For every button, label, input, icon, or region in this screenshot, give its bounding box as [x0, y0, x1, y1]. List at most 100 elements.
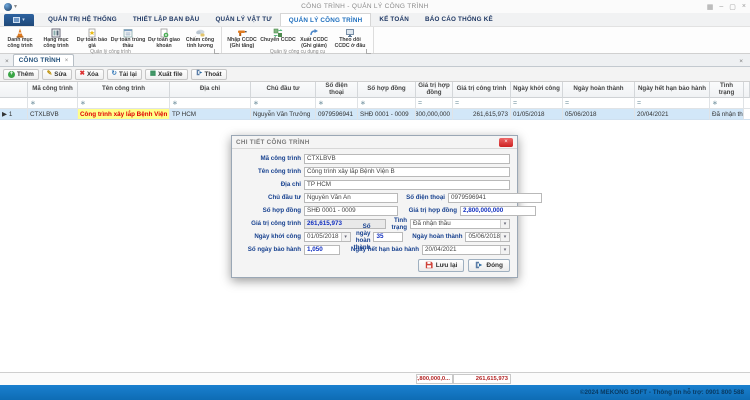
col-tinh-trang[interactable]: Tình trạng — [710, 82, 744, 98]
filter-cell[interactable]: ∗ — [78, 98, 170, 109]
cell-ten-cong-trinh[interactable]: Công trình xây lắp Bệnh Viện B — [78, 109, 170, 120]
ngay-khoi-cong-label: Ngày khởi công — [239, 233, 301, 240]
table-row[interactable]: ▶1 CTXLBVB Công trình xây lắp Bệnh Viện … — [0, 109, 750, 120]
so-ngay-bao-hanh-field[interactable] — [304, 245, 340, 255]
tab-ke-toan[interactable]: KẾ TOÁN — [371, 13, 417, 26]
cell-chu-dau-tu[interactable]: Nguyễn Văn Trưởng — [251, 109, 316, 120]
filter-cell[interactable]: = — [511, 98, 563, 109]
dialog-close-icon[interactable]: × — [499, 138, 513, 147]
cell-ma-cong-trinh[interactable]: CTXLBVB — [28, 109, 78, 120]
xuat-ccdc-button[interactable]: Xuất CCDC (Ghi giảm) — [296, 28, 332, 49]
title-bar: ▾ CÔNG TRÌNH - QUẢN LÝ CÔNG TRÌNH ▦ – ▢ … — [0, 0, 750, 13]
app-logo-icon[interactable] — [4, 3, 12, 11]
edit-button[interactable]: ✎Sửa — [42, 69, 72, 80]
close-tab-right-icon[interactable]: × — [737, 58, 747, 66]
col-chu-dau-tu[interactable]: Chủ đầu tư — [251, 82, 316, 98]
chu-dau-tu-field[interactable] — [304, 193, 398, 203]
tab-quan-ly-cong-trinh[interactable]: QUẢN LÝ CÔNG TRÌNH — [280, 13, 372, 26]
cell-so-dien-thoai[interactable]: 0979596941 — [316, 109, 358, 120]
grid-gutter — [744, 82, 750, 98]
ten-cong-trinh-field[interactable] — [304, 167, 510, 177]
export-file-button[interactable]: ▦Xuất file — [145, 69, 188, 80]
ma-cong-trinh-field[interactable] — [304, 154, 510, 164]
close-dialog-button[interactable]: Đóng — [468, 259, 510, 272]
app-menu-button[interactable]: ▾ — [4, 14, 34, 26]
tab-quan-ly-vat-tu[interactable]: QUẢN LÝ VẬT TƯ — [207, 13, 279, 26]
add-button[interactable]: +Thêm — [3, 69, 39, 80]
tinh-trang-label: Tình trạng — [389, 217, 407, 231]
filter-cell[interactable]: = — [416, 98, 453, 109]
col-gia-tri-hop-dong[interactable]: Giá trị hợp đồng — [416, 82, 453, 98]
gia-tri-hop-dong-label: Giá trị hợp đồng — [401, 207, 457, 214]
tinh-trang-select[interactable]: Đã nhận thầu ▾ — [410, 219, 510, 229]
cell-ngay-hoan-thanh[interactable]: 05/06/2018 — [563, 109, 635, 120]
filter-cell[interactable]: = — [635, 98, 710, 109]
chevron-down-icon[interactable]: ▾ — [500, 246, 509, 254]
filter-cell[interactable]: = — [453, 98, 511, 109]
style-icon[interactable]: ▦ — [707, 3, 714, 11]
cell-ngay-khoi-cong[interactable]: 01/05/2018 — [511, 109, 563, 120]
filter-cell[interactable]: ∗ — [358, 98, 416, 109]
cell-ngay-het-han-bao-hanh[interactable]: 20/04/2021 — [635, 109, 710, 120]
du-toan-trung-thau-button[interactable]: Dự toán trúng thầu — [110, 28, 146, 49]
reload-button[interactable]: ↻Tải lại — [107, 69, 142, 80]
col-ngay-het-han-bao-hanh[interactable]: Ngày hết hạn bảo hành — [635, 82, 710, 98]
so-hop-dong-field[interactable] — [304, 206, 398, 216]
filter-cell[interactable]: ∗ — [251, 98, 316, 109]
du-toan-giao-khoan-button[interactable]: Dự toán giao khoán — [146, 28, 182, 49]
filter-cell[interactable]: = — [563, 98, 635, 109]
save-button[interactable]: Lưu lại — [418, 259, 465, 272]
chevron-down-icon[interactable]: ▾ — [341, 233, 350, 241]
filter-cell[interactable]: ∗ — [28, 98, 78, 109]
tab-thiet-lap-ban-dau[interactable]: THIẾT LẬP BAN ĐẦU — [125, 13, 208, 26]
tab-bao-cao-thong-ke[interactable]: BÁO CÁO THỐNG KÊ — [417, 13, 501, 26]
col-dia-chi[interactable]: Địa chỉ — [170, 82, 251, 98]
nhap-ccdc-button[interactable]: Nhập CCDC (Ghi tăng) — [224, 28, 260, 49]
delete-button[interactable]: ✖Xóa — [75, 69, 104, 80]
gia-tri-cong-trinh-field[interactable] — [304, 219, 386, 229]
col-ngay-khoi-cong[interactable]: Ngày khởi công — [511, 82, 563, 98]
col-so-dien-thoai[interactable]: Số điện thoại — [316, 82, 358, 98]
danh-muc-cong-trinh-button[interactable]: Danh mục công trình — [2, 28, 38, 49]
col-ten-cong-trinh[interactable]: Tên công trình — [78, 82, 170, 98]
cell-gia-tri-hop-dong[interactable]: 2,800,000,000 — [416, 109, 453, 120]
cell-so-hop-dong[interactable]: SHĐ 0001 - 0009 — [358, 109, 416, 120]
maximize-icon[interactable]: ▢ — [729, 3, 736, 11]
col-so-hop-dong[interactable]: Số hợp đồng — [358, 82, 416, 98]
cell-tinh-trang[interactable]: Đã nhận thầu — [710, 109, 744, 120]
hang-muc-cong-trinh-button[interactable]: Hạng mục công trình — [38, 28, 74, 49]
dia-chi-field[interactable] — [304, 180, 510, 190]
doc-tab-cong-trinh[interactable]: CÔNG TRÌNH × — [13, 54, 74, 66]
ngay-khoi-cong-picker[interactable]: 01/05/2018 ▾ — [304, 232, 351, 242]
minimize-icon[interactable]: – — [719, 3, 723, 11]
cell-gia-tri-cong-trinh[interactable]: 261,615,973 — [453, 109, 511, 120]
quick-access-caret-icon[interactable]: ▾ — [14, 3, 17, 10]
tab-quan-tri-he-thong[interactable]: QUẢN TRỊ HỆ THỐNG — [40, 13, 125, 26]
ngay-hoan-thanh-picker[interactable]: 05/06/2018 ▾ — [465, 232, 510, 242]
dialog-title-bar[interactable]: CHI TIẾT CÔNG TRÌNH × — [232, 136, 517, 149]
chevron-down-icon[interactable]: ▾ — [500, 233, 509, 241]
cell-dia-chi[interactable]: TP HCM — [170, 109, 251, 120]
gia-tri-hop-dong-field[interactable] — [460, 206, 536, 216]
filter-cell[interactable]: ∗ — [710, 98, 744, 109]
filter-cell[interactable]: ∗ — [316, 98, 358, 109]
col-gia-tri-cong-trinh[interactable]: Giá trị công trình — [453, 82, 511, 98]
exit-button[interactable]: Thoát — [191, 69, 227, 80]
so-ngay-hoan-thanh-field[interactable] — [373, 232, 403, 242]
filter-cell[interactable]: ∗ — [170, 98, 251, 109]
group-dialog-launcher-icon[interactable] — [214, 49, 219, 54]
col-ma-cong-trinh[interactable]: Mã công trình — [28, 82, 78, 98]
ngay-het-han-bao-hanh-picker[interactable]: 20/04/2021 ▾ — [422, 245, 510, 255]
du-toan-bao-gia-button[interactable]: Dự toán báo giá — [74, 28, 110, 49]
chuyen-ccdc-button[interactable]: Chuyển CCDC — [260, 28, 296, 44]
group-dialog-launcher-icon[interactable] — [366, 49, 371, 54]
close-tab-icon[interactable]: × — [65, 58, 69, 64]
close-tab-left-icon[interactable]: × — [3, 58, 13, 66]
summary-gia-tri-cong-trinh: 261,615,973 — [453, 374, 511, 384]
cham-cong-tinh-luong-button[interactable]: Chấm công tính lương — [182, 28, 218, 49]
so-dien-thoai-field[interactable] — [448, 193, 542, 203]
col-ngay-hoan-thanh[interactable]: Ngày hoàn thành — [563, 82, 635, 98]
close-icon[interactable]: × — [742, 3, 746, 11]
chevron-down-icon[interactable]: ▾ — [500, 220, 509, 228]
theo-doi-ccdc-button[interactable]: Theo dõi CCDC ở đâu — [332, 28, 368, 49]
